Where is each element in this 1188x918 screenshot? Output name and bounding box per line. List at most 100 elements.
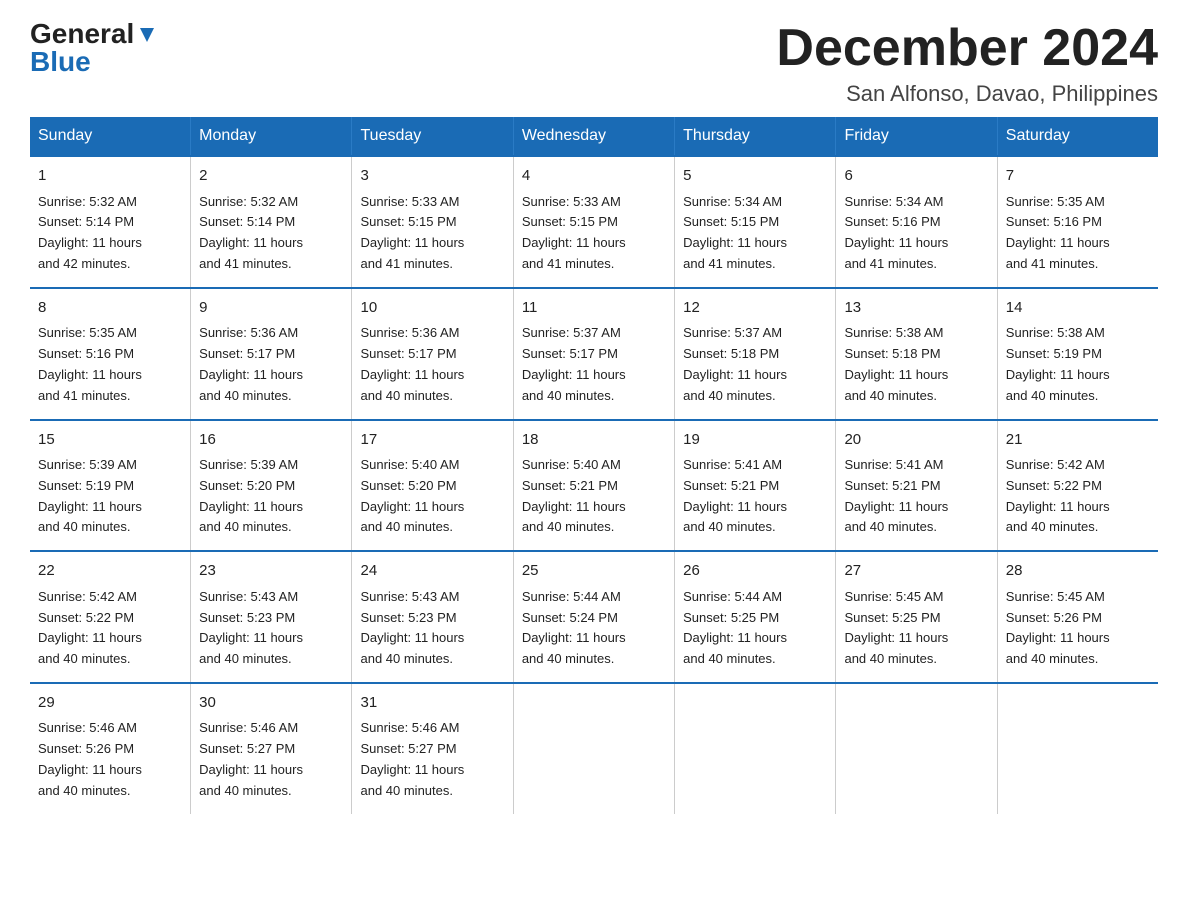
logo-general-text: General xyxy=(30,20,134,48)
day-number: 19 xyxy=(683,429,827,452)
day-number: 8 xyxy=(38,297,182,320)
day-info: Sunrise: 5:42 AMSunset: 5:22 PMDaylight:… xyxy=(38,587,182,670)
day-info: Sunrise: 5:36 AMSunset: 5:17 PMDaylight:… xyxy=(360,323,504,406)
calendar-cell: 5 Sunrise: 5:34 AMSunset: 5:15 PMDaylight… xyxy=(675,156,836,288)
calendar-week-row-1: 1 Sunrise: 5:32 AMSunset: 5:14 PMDaylight… xyxy=(30,156,1158,288)
day-number: 17 xyxy=(360,429,504,452)
page-title: December 2024 xyxy=(776,20,1158,77)
day-info: Sunrise: 5:32 AMSunset: 5:14 PMDaylight:… xyxy=(38,192,182,275)
calendar-cell xyxy=(675,683,836,814)
day-info: Sunrise: 5:36 AMSunset: 5:17 PMDaylight:… xyxy=(199,323,343,406)
page-header: General Blue December 2024 San Alfonso, … xyxy=(30,20,1158,107)
day-number: 5 xyxy=(683,165,827,188)
calendar-cell: 18 Sunrise: 5:40 AMSunset: 5:21 PMDayligh… xyxy=(513,420,674,552)
calendar-cell: 30Sunrise: 5:46 AMSunset: 5:27 PMDayligh… xyxy=(191,683,352,814)
day-info: Sunrise: 5:33 AMSunset: 5:15 PMDaylight:… xyxy=(360,192,504,275)
day-info: Sunrise: 5:44 AMSunset: 5:25 PMDaylight:… xyxy=(683,587,827,670)
day-info: Sunrise: 5:35 AMSunset: 5:16 PMDaylight:… xyxy=(1006,192,1150,275)
calendar-cell xyxy=(513,683,674,814)
calendar-cell: 4Sunrise: 5:33 AMSunset: 5:15 PMDaylight… xyxy=(513,156,674,288)
calendar-cell: 9 Sunrise: 5:36 AMSunset: 5:17 PMDaylight… xyxy=(191,288,352,420)
calendar-cell: 3Sunrise: 5:33 AMSunset: 5:15 PMDaylight… xyxy=(352,156,513,288)
day-info: Sunrise: 5:34 AMSunset: 5:16 PMDaylight:… xyxy=(844,192,988,275)
day-info: Sunrise: 5:46 AMSunset: 5:26 PMDaylight:… xyxy=(38,718,182,801)
calendar-cell: 29 Sunrise: 5:46 AMSunset: 5:26 PMDayligh… xyxy=(30,683,191,814)
calendar-cell: 10 Sunrise: 5:36 AMSunset: 5:17 PMDayligh… xyxy=(352,288,513,420)
day-info: Sunrise: 5:38 AMSunset: 5:19 PMDaylight:… xyxy=(1006,323,1150,406)
day-number: 18 xyxy=(522,429,666,452)
calendar-cell: 24 Sunrise: 5:43 AMSunset: 5:23 PMDayligh… xyxy=(352,551,513,683)
calendar-week-row-5: 29 Sunrise: 5:46 AMSunset: 5:26 PMDayligh… xyxy=(30,683,1158,814)
calendar-week-row-3: 15Sunrise: 5:39 AMSunset: 5:19 PMDayligh… xyxy=(30,420,1158,552)
logo: General Blue xyxy=(30,20,158,76)
calendar-cell: 20 Sunrise: 5:41 AMSunset: 5:21 PMDayligh… xyxy=(836,420,997,552)
day-info: Sunrise: 5:42 AMSunset: 5:22 PMDaylight:… xyxy=(1006,455,1150,538)
calendar-cell xyxy=(997,683,1158,814)
page-subtitle: San Alfonso, Davao, Philippines xyxy=(776,81,1158,107)
calendar-header-tuesday: Tuesday xyxy=(352,117,513,156)
day-info: Sunrise: 5:41 AMSunset: 5:21 PMDaylight:… xyxy=(844,455,988,538)
day-info: Sunrise: 5:44 AMSunset: 5:24 PMDaylight:… xyxy=(522,587,666,670)
day-number: 2 xyxy=(199,165,343,188)
day-info: Sunrise: 5:45 AMSunset: 5:25 PMDaylight:… xyxy=(844,587,988,670)
calendar-cell: 25 Sunrise: 5:44 AMSunset: 5:24 PMDayligh… xyxy=(513,551,674,683)
day-number: 29 xyxy=(38,692,182,715)
calendar-cell: 23 Sunrise: 5:43 AMSunset: 5:23 PMDayligh… xyxy=(191,551,352,683)
calendar-week-row-2: 8 Sunrise: 5:35 AMSunset: 5:16 PMDaylight… xyxy=(30,288,1158,420)
logo-arrow-icon xyxy=(136,24,158,46)
day-number: 4 xyxy=(522,165,666,188)
calendar-cell: 21 Sunrise: 5:42 AMSunset: 5:22 PMDayligh… xyxy=(997,420,1158,552)
calendar-cell: 6 Sunrise: 5:34 AMSunset: 5:16 PMDaylight… xyxy=(836,156,997,288)
calendar-cell: 26 Sunrise: 5:44 AMSunset: 5:25 PMDayligh… xyxy=(675,551,836,683)
day-number: 14 xyxy=(1006,297,1150,320)
day-info: Sunrise: 5:46 AMSunset: 5:27 PMDaylight:… xyxy=(360,718,504,801)
calendar-cell xyxy=(836,683,997,814)
day-info: Sunrise: 5:39 AMSunset: 5:20 PMDaylight:… xyxy=(199,455,343,538)
day-number: 24 xyxy=(360,560,504,583)
calendar-header-sunday: Sunday xyxy=(30,117,191,156)
day-number: 6 xyxy=(844,165,988,188)
calendar-cell: 12Sunrise: 5:37 AMSunset: 5:18 PMDayligh… xyxy=(675,288,836,420)
day-info: Sunrise: 5:34 AMSunset: 5:15 PMDaylight:… xyxy=(683,192,827,275)
calendar-cell: 17Sunrise: 5:40 AMSunset: 5:20 PMDayligh… xyxy=(352,420,513,552)
calendar-cell: 7 Sunrise: 5:35 AMSunset: 5:16 PMDaylight… xyxy=(997,156,1158,288)
day-info: Sunrise: 5:35 AMSunset: 5:16 PMDaylight:… xyxy=(38,323,182,406)
day-info: Sunrise: 5:40 AMSunset: 5:21 PMDaylight:… xyxy=(522,455,666,538)
day-number: 1 xyxy=(38,165,182,188)
day-info: Sunrise: 5:43 AMSunset: 5:23 PMDaylight:… xyxy=(360,587,504,670)
calendar-cell: 15Sunrise: 5:39 AMSunset: 5:19 PMDayligh… xyxy=(30,420,191,552)
calendar-table: SundayMondayTuesdayWednesdayThursdayFrid… xyxy=(30,117,1158,813)
day-number: 20 xyxy=(844,429,988,452)
calendar-cell: 8 Sunrise: 5:35 AMSunset: 5:16 PMDaylight… xyxy=(30,288,191,420)
day-number: 16 xyxy=(199,429,343,452)
calendar-header-friday: Friday xyxy=(836,117,997,156)
day-number: 26 xyxy=(683,560,827,583)
calendar-cell: 27 Sunrise: 5:45 AMSunset: 5:25 PMDayligh… xyxy=(836,551,997,683)
day-info: Sunrise: 5:38 AMSunset: 5:18 PMDaylight:… xyxy=(844,323,988,406)
day-info: Sunrise: 5:43 AMSunset: 5:23 PMDaylight:… xyxy=(199,587,343,670)
day-number: 21 xyxy=(1006,429,1150,452)
day-number: 23 xyxy=(199,560,343,583)
day-info: Sunrise: 5:37 AMSunset: 5:18 PMDaylight:… xyxy=(683,323,827,406)
day-number: 11 xyxy=(522,297,666,320)
day-info: Sunrise: 5:37 AMSunset: 5:17 PMDaylight:… xyxy=(522,323,666,406)
calendar-cell: 2 Sunrise: 5:32 AMSunset: 5:14 PMDaylight… xyxy=(191,156,352,288)
day-number: 9 xyxy=(199,297,343,320)
day-number: 22 xyxy=(38,560,182,583)
day-number: 31 xyxy=(360,692,504,715)
calendar-week-row-4: 22 Sunrise: 5:42 AMSunset: 5:22 PMDayligh… xyxy=(30,551,1158,683)
calendar-cell: 19Sunrise: 5:41 AMSunset: 5:21 PMDayligh… xyxy=(675,420,836,552)
day-info: Sunrise: 5:32 AMSunset: 5:14 PMDaylight:… xyxy=(199,192,343,275)
day-number: 10 xyxy=(360,297,504,320)
day-number: 15 xyxy=(38,429,182,452)
day-info: Sunrise: 5:45 AMSunset: 5:26 PMDaylight:… xyxy=(1006,587,1150,670)
calendar-header-saturday: Saturday xyxy=(997,117,1158,156)
calendar-header-monday: Monday xyxy=(191,117,352,156)
calendar-cell: 28Sunrise: 5:45 AMSunset: 5:26 PMDayligh… xyxy=(997,551,1158,683)
day-number: 25 xyxy=(522,560,666,583)
calendar-cell: 11 Sunrise: 5:37 AMSunset: 5:17 PMDayligh… xyxy=(513,288,674,420)
calendar-cell: 16 Sunrise: 5:39 AMSunset: 5:20 PMDayligh… xyxy=(191,420,352,552)
day-info: Sunrise: 5:46 AMSunset: 5:27 PMDaylight:… xyxy=(199,718,343,801)
day-number: 7 xyxy=(1006,165,1150,188)
day-number: 27 xyxy=(844,560,988,583)
